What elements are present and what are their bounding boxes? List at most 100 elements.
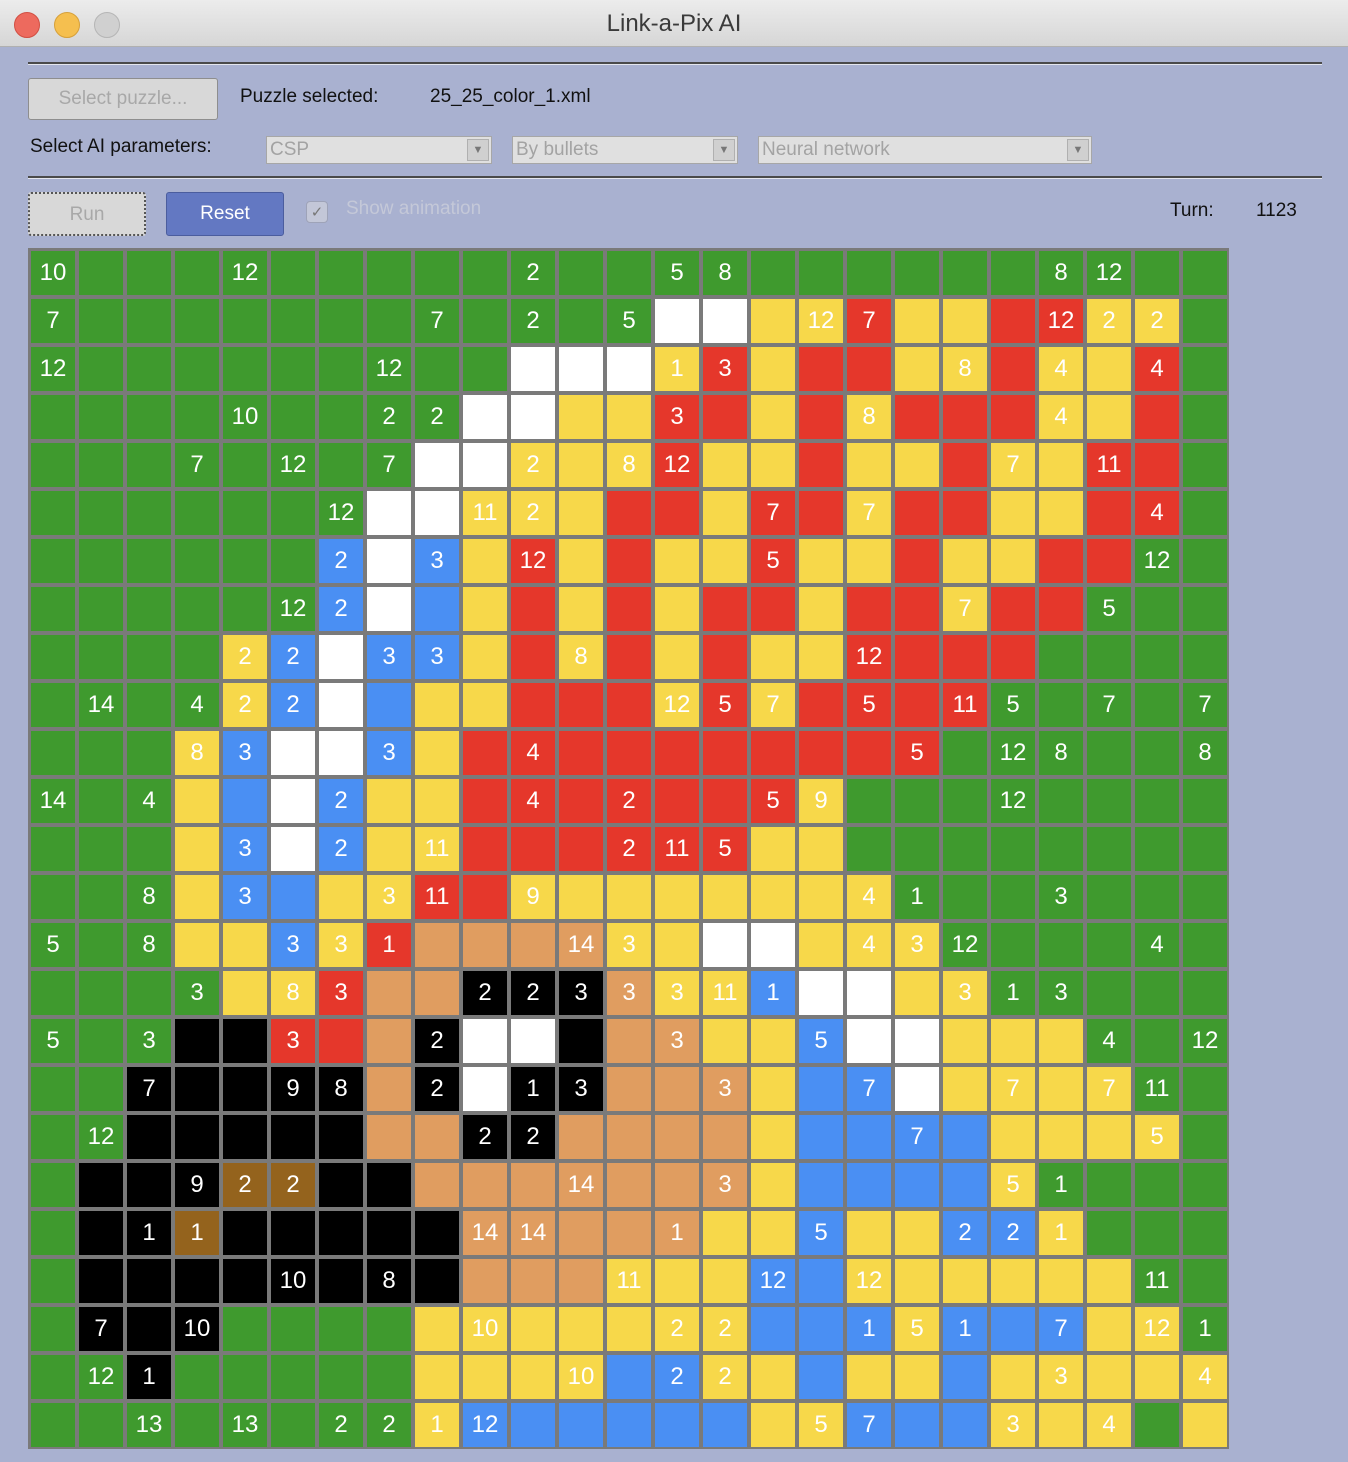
board-cell[interactable] <box>223 443 267 487</box>
board-cell[interactable] <box>655 875 699 919</box>
board-cell[interactable] <box>415 683 459 727</box>
board-cell[interactable] <box>367 539 411 583</box>
board-cell[interactable]: 3 <box>655 971 699 1015</box>
board-cell[interactable]: 5 <box>31 1019 75 1063</box>
board-cell[interactable] <box>703 491 747 535</box>
board-cell[interactable] <box>1039 539 1083 583</box>
board-cell[interactable] <box>799 347 843 391</box>
board-cell[interactable]: 2 <box>607 779 651 823</box>
board-cell[interactable]: 5 <box>799 1019 843 1063</box>
board-cell[interactable]: 7 <box>127 1067 171 1111</box>
board-cell[interactable] <box>1039 923 1083 967</box>
board-cell[interactable]: 2 <box>463 1115 507 1159</box>
board-cell[interactable] <box>559 731 603 775</box>
board-cell[interactable]: 3 <box>415 539 459 583</box>
board-cell[interactable] <box>559 443 603 487</box>
board-cell[interactable]: 5 <box>1087 587 1131 631</box>
board-cell[interactable]: 2 <box>703 1355 747 1399</box>
board-cell[interactable] <box>703 1403 747 1447</box>
board-cell[interactable] <box>799 923 843 967</box>
board-cell[interactable]: 11 <box>1135 1259 1179 1303</box>
board-cell[interactable]: 3 <box>991 1403 1035 1447</box>
board-cell[interactable] <box>271 875 315 919</box>
board-cell[interactable] <box>799 539 843 583</box>
board-cell[interactable]: 4 <box>847 923 891 967</box>
board-cell[interactable] <box>751 587 795 631</box>
board-cell[interactable] <box>511 1163 555 1207</box>
board-cell[interactable]: 13 <box>223 1403 267 1447</box>
board-cell[interactable] <box>1183 1259 1227 1303</box>
board-cell[interactable]: 12 <box>319 491 363 535</box>
board-cell[interactable] <box>271 779 315 823</box>
board-cell[interactable]: 5 <box>895 731 939 775</box>
board-cell[interactable]: 10 <box>31 251 75 295</box>
board-cell[interactable]: 7 <box>175 443 219 487</box>
board-cell[interactable] <box>175 491 219 535</box>
board-cell[interactable] <box>847 1115 891 1159</box>
board-cell[interactable]: 3 <box>367 731 411 775</box>
board-cell[interactable] <box>319 1259 363 1303</box>
board-cell[interactable] <box>751 443 795 487</box>
board-cell[interactable]: 7 <box>79 1307 123 1351</box>
board-cell[interactable] <box>655 587 699 631</box>
board-cell[interactable] <box>31 539 75 583</box>
order-select[interactable]: By bullets ▼ <box>512 136 738 164</box>
board-cell[interactable] <box>799 683 843 727</box>
board-cell[interactable] <box>271 395 315 439</box>
board-cell[interactable] <box>79 827 123 871</box>
board-cell[interactable] <box>319 731 363 775</box>
board-cell[interactable] <box>559 779 603 823</box>
board-cell[interactable] <box>367 1211 411 1255</box>
board-cell[interactable]: 2 <box>511 299 555 343</box>
board-cell[interactable] <box>559 251 603 295</box>
board-cell[interactable] <box>1135 443 1179 487</box>
board-cell[interactable]: 8 <box>127 923 171 967</box>
board-cell[interactable] <box>1087 923 1131 967</box>
board-cell[interactable] <box>271 1211 315 1255</box>
board-cell[interactable] <box>751 1355 795 1399</box>
board-cell[interactable] <box>127 1115 171 1159</box>
board-cell[interactable] <box>655 1067 699 1111</box>
board-cell[interactable] <box>607 1019 651 1063</box>
board-cell[interactable] <box>559 1403 603 1447</box>
board-cell[interactable] <box>175 875 219 919</box>
board-cell[interactable]: 1 <box>655 347 699 391</box>
board-cell[interactable] <box>31 443 75 487</box>
board-cell[interactable] <box>271 491 315 535</box>
board-cell[interactable] <box>1183 875 1227 919</box>
board-cell[interactable]: 3 <box>943 971 987 1015</box>
board-cell[interactable] <box>223 1355 267 1399</box>
board-cell[interactable] <box>175 1115 219 1159</box>
board-cell[interactable] <box>847 779 891 823</box>
board-cell[interactable]: 7 <box>31 299 75 343</box>
board-cell[interactable] <box>1087 1211 1131 1255</box>
board-cell[interactable]: 3 <box>271 1019 315 1063</box>
board-cell[interactable] <box>463 1163 507 1207</box>
board-cell[interactable] <box>79 539 123 583</box>
board-cell[interactable]: 12 <box>991 731 1035 775</box>
board-cell[interactable]: 2 <box>511 491 555 535</box>
board-cell[interactable] <box>223 971 267 1015</box>
board-cell[interactable] <box>1087 971 1131 1015</box>
board-cell[interactable] <box>31 1403 75 1447</box>
board-cell[interactable] <box>319 347 363 391</box>
board-cell[interactable]: 2 <box>367 1403 411 1447</box>
board-cell[interactable]: 10 <box>559 1355 603 1399</box>
board-cell[interactable] <box>271 539 315 583</box>
board-cell[interactable] <box>79 299 123 343</box>
board-cell[interactable] <box>847 587 891 631</box>
board-cell[interactable] <box>1135 1163 1179 1207</box>
board-cell[interactable] <box>607 395 651 439</box>
board-cell[interactable] <box>559 1115 603 1159</box>
board-cell[interactable] <box>1039 1259 1083 1303</box>
board-cell[interactable] <box>559 683 603 727</box>
board-cell[interactable]: 7 <box>847 1403 891 1447</box>
board-cell[interactable] <box>1039 443 1083 487</box>
board-cell[interactable]: 2 <box>271 1163 315 1207</box>
board-cell[interactable] <box>79 923 123 967</box>
board-cell[interactable] <box>1087 347 1131 391</box>
board-cell[interactable] <box>991 1115 1035 1159</box>
board-cell[interactable] <box>991 635 1035 679</box>
board-cell[interactable]: 9 <box>799 779 843 823</box>
board-cell[interactable] <box>415 1115 459 1159</box>
